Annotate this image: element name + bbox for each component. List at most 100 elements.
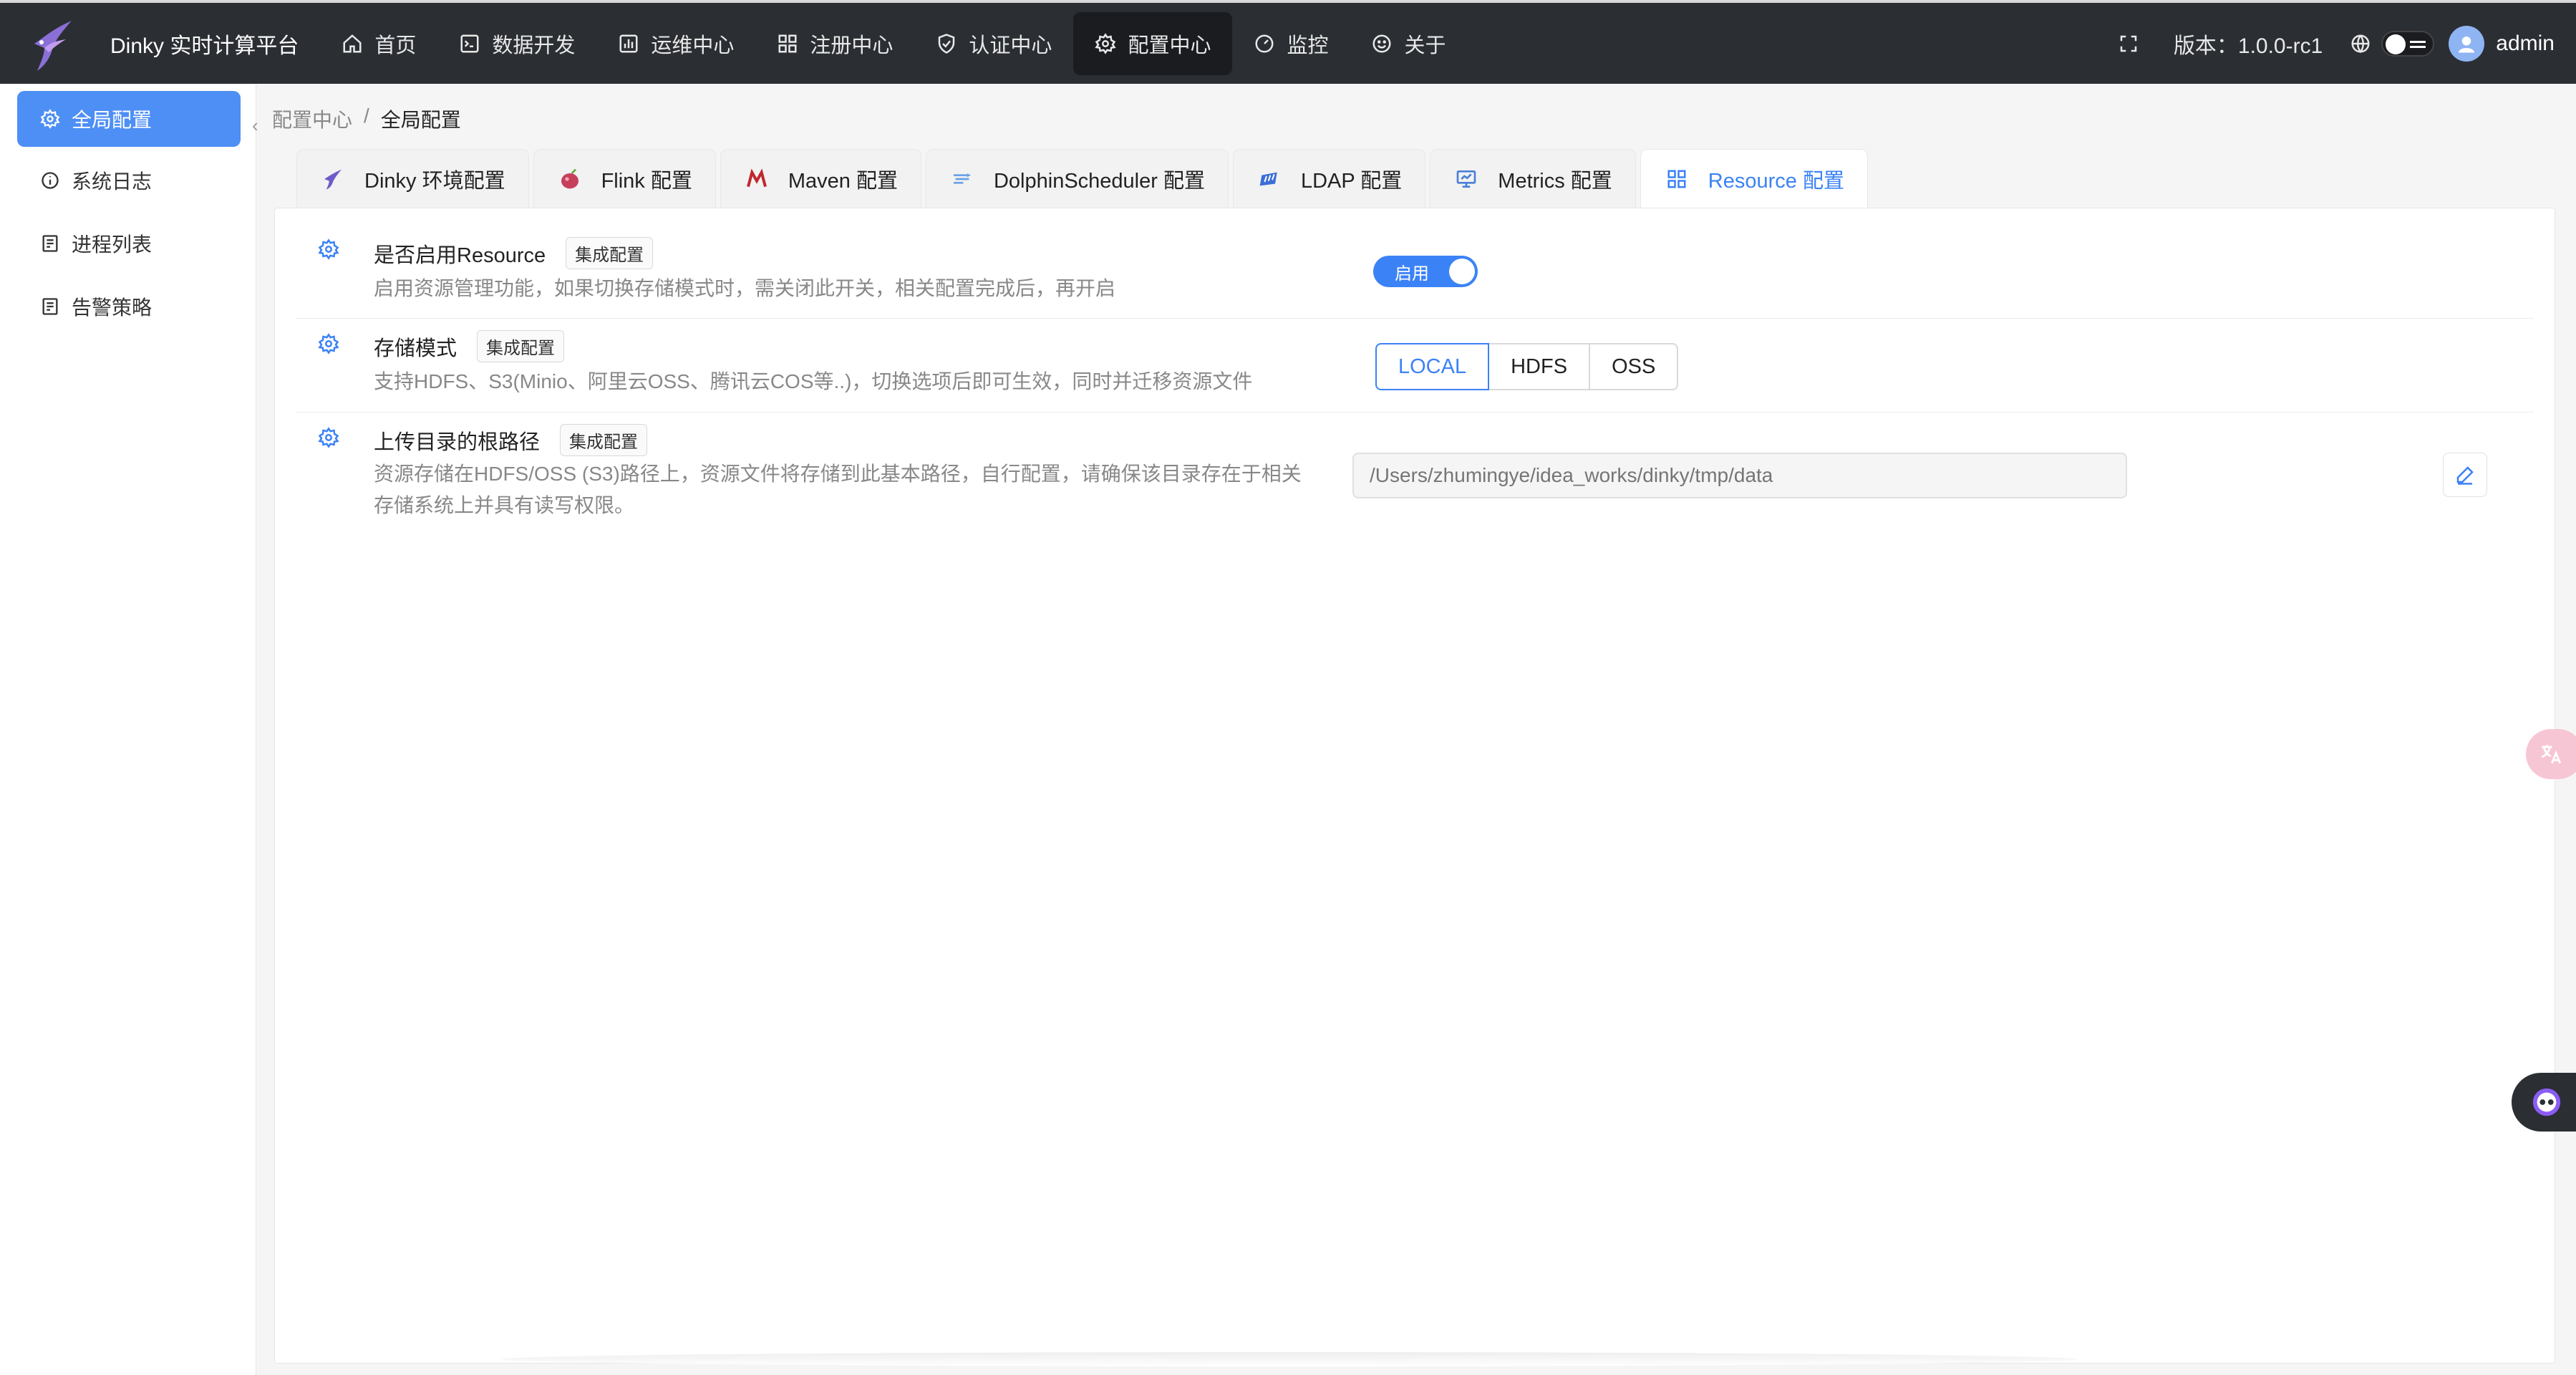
- storage-option-oss[interactable]: OSS: [1589, 343, 1679, 390]
- description-line: 存储系统上并具有读写权限。: [374, 494, 635, 516]
- fullscreen-icon[interactable]: [2118, 33, 2139, 54]
- dinky-logo[interactable]: [21, 13, 83, 74]
- globe-icon[interactable]: [2350, 33, 2371, 54]
- breadcrumb-separator: /: [364, 105, 369, 127]
- upload-path-input[interactable]: [1352, 453, 2127, 498]
- tab-ldap[interactable]: LDAP 配置: [1232, 149, 1426, 208]
- main-nav: 首页 数据开发 运维中心 注册中心 认证中心 配置中心 监控 关于: [320, 3, 1467, 84]
- translate-float-button[interactable]: [2526, 729, 2576, 779]
- tab-resource[interactable]: Resource 配置: [1640, 149, 1868, 208]
- nav-label: 认证中心: [969, 34, 1052, 57]
- home-icon: [343, 34, 362, 52]
- switch-label: 启用: [1395, 264, 1429, 284]
- tab-dolphinscheduler[interactable]: DolphinScheduler 配置: [925, 149, 1229, 208]
- sidebar: 全局配置 系统日志 进程列表 告警策略: [0, 84, 256, 1375]
- setting-description: 启用资源管理功能，如果切换存储模式时，需关闭此开关，相关配置完成后，再开启: [374, 277, 1116, 299]
- setting-title-text: 存储模式: [374, 337, 457, 360]
- sidebar-item-label: 进程列表: [72, 233, 152, 256]
- dinky-icon: [320, 166, 346, 192]
- nav-registry[interactable]: 注册中心: [755, 12, 914, 75]
- tab-dinky-env[interactable]: Dinky 环境配置: [296, 149, 529, 208]
- edit-icon: [2456, 466, 2474, 485]
- gear-icon: [318, 427, 339, 448]
- sidebar-item-system-log[interactable]: 系统日志: [17, 153, 241, 208]
- nav-label: 关于: [1404, 34, 1446, 57]
- resource-icon: [1664, 166, 1690, 192]
- dolphinscheduler-icon: [949, 166, 975, 192]
- nav-home[interactable]: 首页: [320, 12, 437, 75]
- nav-auth-center[interactable]: 认证中心: [914, 12, 1073, 75]
- translate-icon: [2541, 745, 2562, 764]
- theme-toggle[interactable]: [2381, 30, 2435, 57]
- description-line: 资源存储在HDFS/OSS (S3)路径上，资源文件将存储到此基本路径，自行配置…: [374, 463, 1302, 485]
- setting-row-storage-mode: 存储模式 集成配置 支持HDFS、S3(Minio、阿里云OSS、腾讯云COS等…: [296, 319, 2534, 412]
- config-tabs: Dinky 环境配置 Flink 配置 Maven 配置 DolphinSche…: [296, 149, 1868, 208]
- nav-label: 首页: [374, 34, 417, 57]
- maven-icon: [744, 166, 770, 192]
- setting-title-text: 是否启用Resource: [374, 243, 546, 267]
- top-navbar: Dinky 实时计算平台 首页 数据开发 运维中心 注册中心 认证中心 配置中心: [0, 0, 2576, 84]
- setting-title: 是否启用Resource 集成配置: [374, 237, 654, 269]
- tab-maven[interactable]: Maven 配置: [720, 149, 921, 208]
- integration-tag: 集成配置: [560, 424, 648, 456]
- gear-icon: [40, 109, 60, 129]
- header-right: 版本：1.0.0-rc1 admin: [2118, 3, 2576, 84]
- version-label: 版本：1.0.0-rc1: [2173, 34, 2323, 58]
- enable-resource-switch[interactable]: 启用: [1373, 256, 1478, 287]
- tab-label: Dinky 环境配置: [364, 169, 505, 193]
- flink-icon: [557, 166, 583, 192]
- storage-option-hdfs[interactable]: HDFS: [1488, 343, 1591, 390]
- sidebar-item-alert-strategy[interactable]: 告警策略: [17, 279, 241, 334]
- nav-label: 数据开发: [492, 34, 576, 57]
- setting-description: 支持HDFS、S3(Minio、阿里云OSS、腾讯云COS等..)，切换选项后即…: [374, 370, 1253, 392]
- settings-panel: 是否启用Resource 集成配置 启用资源管理功能，如果切换存储模式时，需关闭…: [274, 208, 2555, 1364]
- nav-label: 配置中心: [1128, 34, 1211, 57]
- nav-data-dev[interactable]: 数据开发: [437, 12, 596, 75]
- sidebar-item-label: 系统日志: [72, 170, 152, 193]
- setting-row-upload-path: 上传目录的根路径 集成配置 资源存储在HDFS/OSS (S3)路径上，资源文件…: [296, 412, 2534, 534]
- nav-label: 注册中心: [810, 34, 894, 57]
- alert-icon: [42, 298, 58, 315]
- nav-config-center[interactable]: 配置中心: [1073, 11, 1233, 75]
- nav-about[interactable]: 关于: [1350, 12, 1467, 75]
- gear-icon: [318, 333, 339, 354]
- tab-label: LDAP 配置: [1300, 169, 1403, 193]
- username[interactable]: admin: [2496, 32, 2555, 56]
- integration-tag: 集成配置: [477, 330, 565, 362]
- gear-icon: [318, 238, 339, 260]
- smile-icon: [1372, 34, 1391, 52]
- setting-row-enable-resource: 是否启用Resource 集成配置 启用资源管理功能，如果切换存储模式时，需关闭…: [296, 208, 2534, 319]
- grid-icon: [778, 34, 797, 52]
- sidebar-collapse-icon[interactable]: ‹: [252, 115, 258, 137]
- nav-monitor[interactable]: 监控: [1232, 12, 1350, 75]
- sidebar-item-process-list[interactable]: 进程列表: [17, 216, 241, 271]
- app-title: Dinky 实时计算平台: [110, 34, 299, 58]
- assistant-float-button[interactable]: [2512, 1073, 2576, 1132]
- edit-button[interactable]: [2443, 453, 2487, 497]
- terminal-icon: [460, 34, 479, 52]
- ldap-icon: [1256, 166, 1282, 192]
- chart-box-icon: [619, 34, 638, 52]
- sidebar-item-label: 全局配置: [72, 109, 152, 131]
- nav-label: 运维中心: [651, 34, 735, 57]
- metrics-icon: [1453, 166, 1479, 192]
- tab-metrics[interactable]: Metrics 配置: [1430, 149, 1636, 208]
- process-icon: [42, 235, 58, 252]
- breadcrumb-current: 全局配置: [380, 109, 461, 131]
- sidebar-item-global-config[interactable]: 全局配置: [17, 91, 241, 147]
- nav-ops-center[interactable]: 运维中心: [596, 12, 755, 75]
- nav-label: 监控: [1287, 34, 1329, 57]
- setting-title: 上传目录的根路径 集成配置: [374, 424, 648, 456]
- tab-label: Maven 配置: [788, 169, 898, 193]
- breadcrumb: 配置中心 / 全局配置: [272, 105, 461, 133]
- avatar[interactable]: [2449, 25, 2485, 62]
- tab-flink[interactable]: Flink 配置: [533, 149, 716, 208]
- storage-option-local[interactable]: LOCAL: [1375, 343, 1490, 390]
- tab-label: Metrics 配置: [1498, 169, 1612, 193]
- sidebar-item-label: 告警策略: [72, 296, 152, 319]
- integration-tag: 集成配置: [566, 237, 654, 269]
- robot-icon: [2532, 1088, 2561, 1116]
- setting-description: 资源存储在HDFS/OSS (S3)路径上，资源文件将存储到此基本路径，自行配置…: [374, 458, 1302, 521]
- breadcrumb-parent[interactable]: 配置中心: [272, 105, 352, 133]
- info-icon: [42, 172, 59, 189]
